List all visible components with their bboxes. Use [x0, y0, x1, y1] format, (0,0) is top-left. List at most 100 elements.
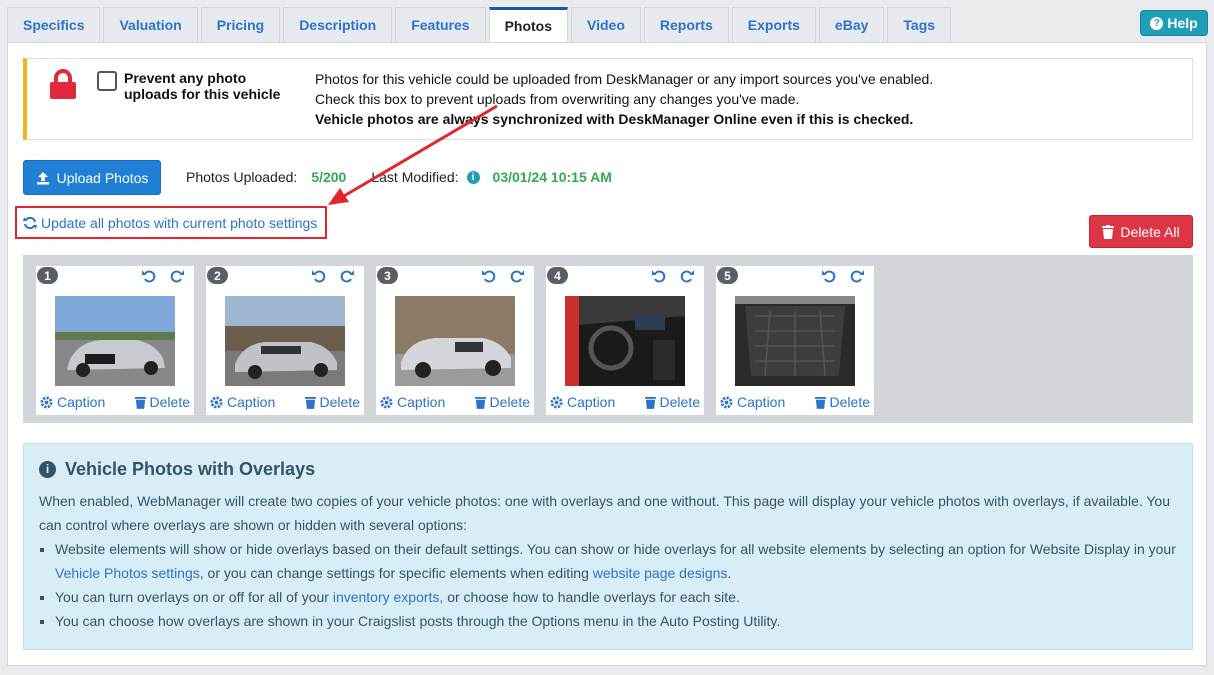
trash-icon [304, 396, 316, 409]
photo-card[interactable]: 5 Caption Delete [716, 266, 874, 415]
notice-line-3: Vehicle photos are always synchronized w… [315, 111, 914, 127]
photo-number: 1 [37, 267, 58, 284]
lock-icon [50, 69, 76, 99]
rotate-left-icon[interactable] [651, 268, 667, 284]
tab-reports[interactable]: Reports [643, 7, 729, 42]
photo-strip: 1 Caption Delete 2 Caption Delete 3 Capt… [23, 255, 1193, 423]
prevent-uploads-label: Prevent any photo uploads for this vehic… [124, 70, 281, 102]
caption-button[interactable]: Caption [380, 394, 445, 410]
rotate-right-icon[interactable] [509, 268, 525, 284]
delete-label: Delete [149, 394, 190, 410]
gear-icon [210, 395, 223, 409]
update-all-photos-link[interactable]: Update all photos with current photo set… [15, 206, 327, 239]
refresh-icon [23, 216, 37, 229]
trash-icon [474, 396, 486, 409]
info-intro: When enabled, WebManager will create two… [39, 493, 1171, 533]
delete-all-button[interactable]: Delete All [1089, 215, 1193, 248]
tab-pricing[interactable]: Pricing [200, 7, 281, 42]
bullet-text: You can turn overlays on or off for all … [55, 589, 333, 605]
tab-exports[interactable]: Exports [731, 7, 816, 42]
vehicle-photo[interactable] [395, 296, 515, 386]
delete-label: Delete [319, 394, 360, 410]
info-circle-icon: i [39, 460, 56, 478]
photos-panel: Prevent any photo uploads for this vehic… [7, 42, 1207, 666]
info-bullet-1: Website elements will show or hide overl… [40, 537, 1179, 585]
vehicle-photo[interactable] [55, 296, 175, 386]
info-list: Website elements will show or hide overl… [39, 537, 1179, 633]
photo-card[interactable]: 1 Caption Delete [36, 266, 194, 415]
caption-button[interactable]: Caption [720, 394, 785, 410]
rotate-left-icon[interactable] [141, 268, 157, 284]
info-body: When enabled, WebManager will create two… [39, 489, 1179, 633]
photo-actions: Caption Delete [380, 394, 534, 410]
caption-label: Caption [57, 394, 106, 410]
upload-photos-button[interactable]: Upload Photos [23, 160, 161, 195]
bullet-text: Website elements will show or hide overl… [55, 541, 1176, 557]
rotate-left-icon[interactable] [311, 268, 327, 284]
upload-label: Upload Photos [56, 169, 149, 186]
photo-card[interactable]: 3 Caption Delete [376, 266, 534, 415]
photo-number: 3 [377, 267, 398, 284]
vehicle-photo[interactable] [225, 296, 345, 386]
trash-icon [644, 396, 656, 409]
last-modified-label: Last Modified: [371, 169, 459, 185]
caption-label: Caption [227, 394, 276, 410]
photos-uploaded-count: 5/200 [311, 169, 347, 185]
tab-valuation[interactable]: Valuation [103, 7, 198, 42]
delete-photo-button[interactable]: Delete [134, 394, 190, 410]
tab-photos[interactable]: Photos [488, 7, 569, 42]
photo-number: 4 [547, 267, 568, 284]
delete-photo-button[interactable]: Delete [474, 394, 530, 410]
bullet-text: . [727, 565, 732, 581]
bullet-text: , or you can change settings for specifi… [199, 565, 593, 581]
caption-button[interactable]: Caption [210, 394, 275, 410]
vehicle-photos-settings-link[interactable]: Vehicle Photos settings [55, 565, 200, 581]
delete-photo-button[interactable]: Delete [304, 394, 360, 410]
rotate-left-icon[interactable] [821, 268, 837, 284]
question-icon: ? [1150, 16, 1164, 30]
website-page-designs-link[interactable]: website page designs [593, 565, 728, 581]
caption-button[interactable]: Caption [550, 394, 615, 410]
notice-text: Photos for this vehicle could be uploade… [315, 69, 933, 129]
info-icon[interactable]: i [466, 170, 480, 184]
upload-lock-notice: Prevent any photo uploads for this vehic… [23, 58, 1193, 140]
photo-card[interactable]: 2 Caption Delete [206, 266, 364, 415]
delete-label: Delete [659, 394, 700, 410]
tab-description[interactable]: Description [283, 7, 393, 42]
rotate-right-icon[interactable] [849, 268, 865, 284]
delete-label: Delete [829, 394, 870, 410]
trash-icon [1102, 224, 1115, 239]
rotate-left-icon[interactable] [481, 268, 497, 284]
rotate-right-icon[interactable] [339, 268, 355, 284]
delete-photo-button[interactable]: Delete [644, 394, 700, 410]
photo-card[interactable]: 4 Caption Delete [546, 266, 704, 415]
caption-button[interactable]: Caption [40, 394, 105, 410]
photo-number: 5 [717, 267, 738, 284]
info-bullet-2: You can turn overlays on or off for all … [40, 585, 1179, 609]
update-link-label: Update all photos with current photo set… [41, 214, 318, 231]
caption-label: Caption [737, 394, 786, 410]
gear-icon [40, 395, 53, 409]
info-bullet-3: You can choose how overlays are shown in… [40, 609, 1179, 633]
inventory-exports-link[interactable]: inventory exports, [333, 589, 444, 605]
vehicle-photo[interactable] [565, 296, 685, 386]
tab-ebay[interactable]: eBay [818, 7, 885, 42]
tab-tags[interactable]: Tags [887, 7, 952, 42]
tab-video[interactable]: Video [571, 7, 641, 42]
photo-actions: Caption Delete [720, 394, 874, 410]
tab-features[interactable]: Features [395, 7, 486, 42]
help-label: Help [1167, 15, 1198, 31]
tab-specifics[interactable]: Specifics [7, 7, 101, 42]
prevent-uploads-checkbox[interactable] [97, 71, 117, 91]
rotate-right-icon[interactable] [169, 268, 185, 284]
rotate-right-icon[interactable] [679, 268, 695, 284]
last-modified-value: 03/01/24 10:15 AM [492, 169, 612, 185]
gear-icon [380, 395, 393, 409]
delete-photo-button[interactable]: Delete [814, 394, 870, 410]
trash-icon [814, 396, 826, 409]
vehicle-photo[interactable] [735, 296, 855, 386]
info-title-text: Vehicle Photos with Overlays [65, 459, 316, 479]
help-button[interactable]: ? Help [1140, 10, 1208, 36]
notice-line-2: Check this box to prevent uploads from o… [315, 91, 800, 107]
upload-icon [36, 171, 49, 184]
